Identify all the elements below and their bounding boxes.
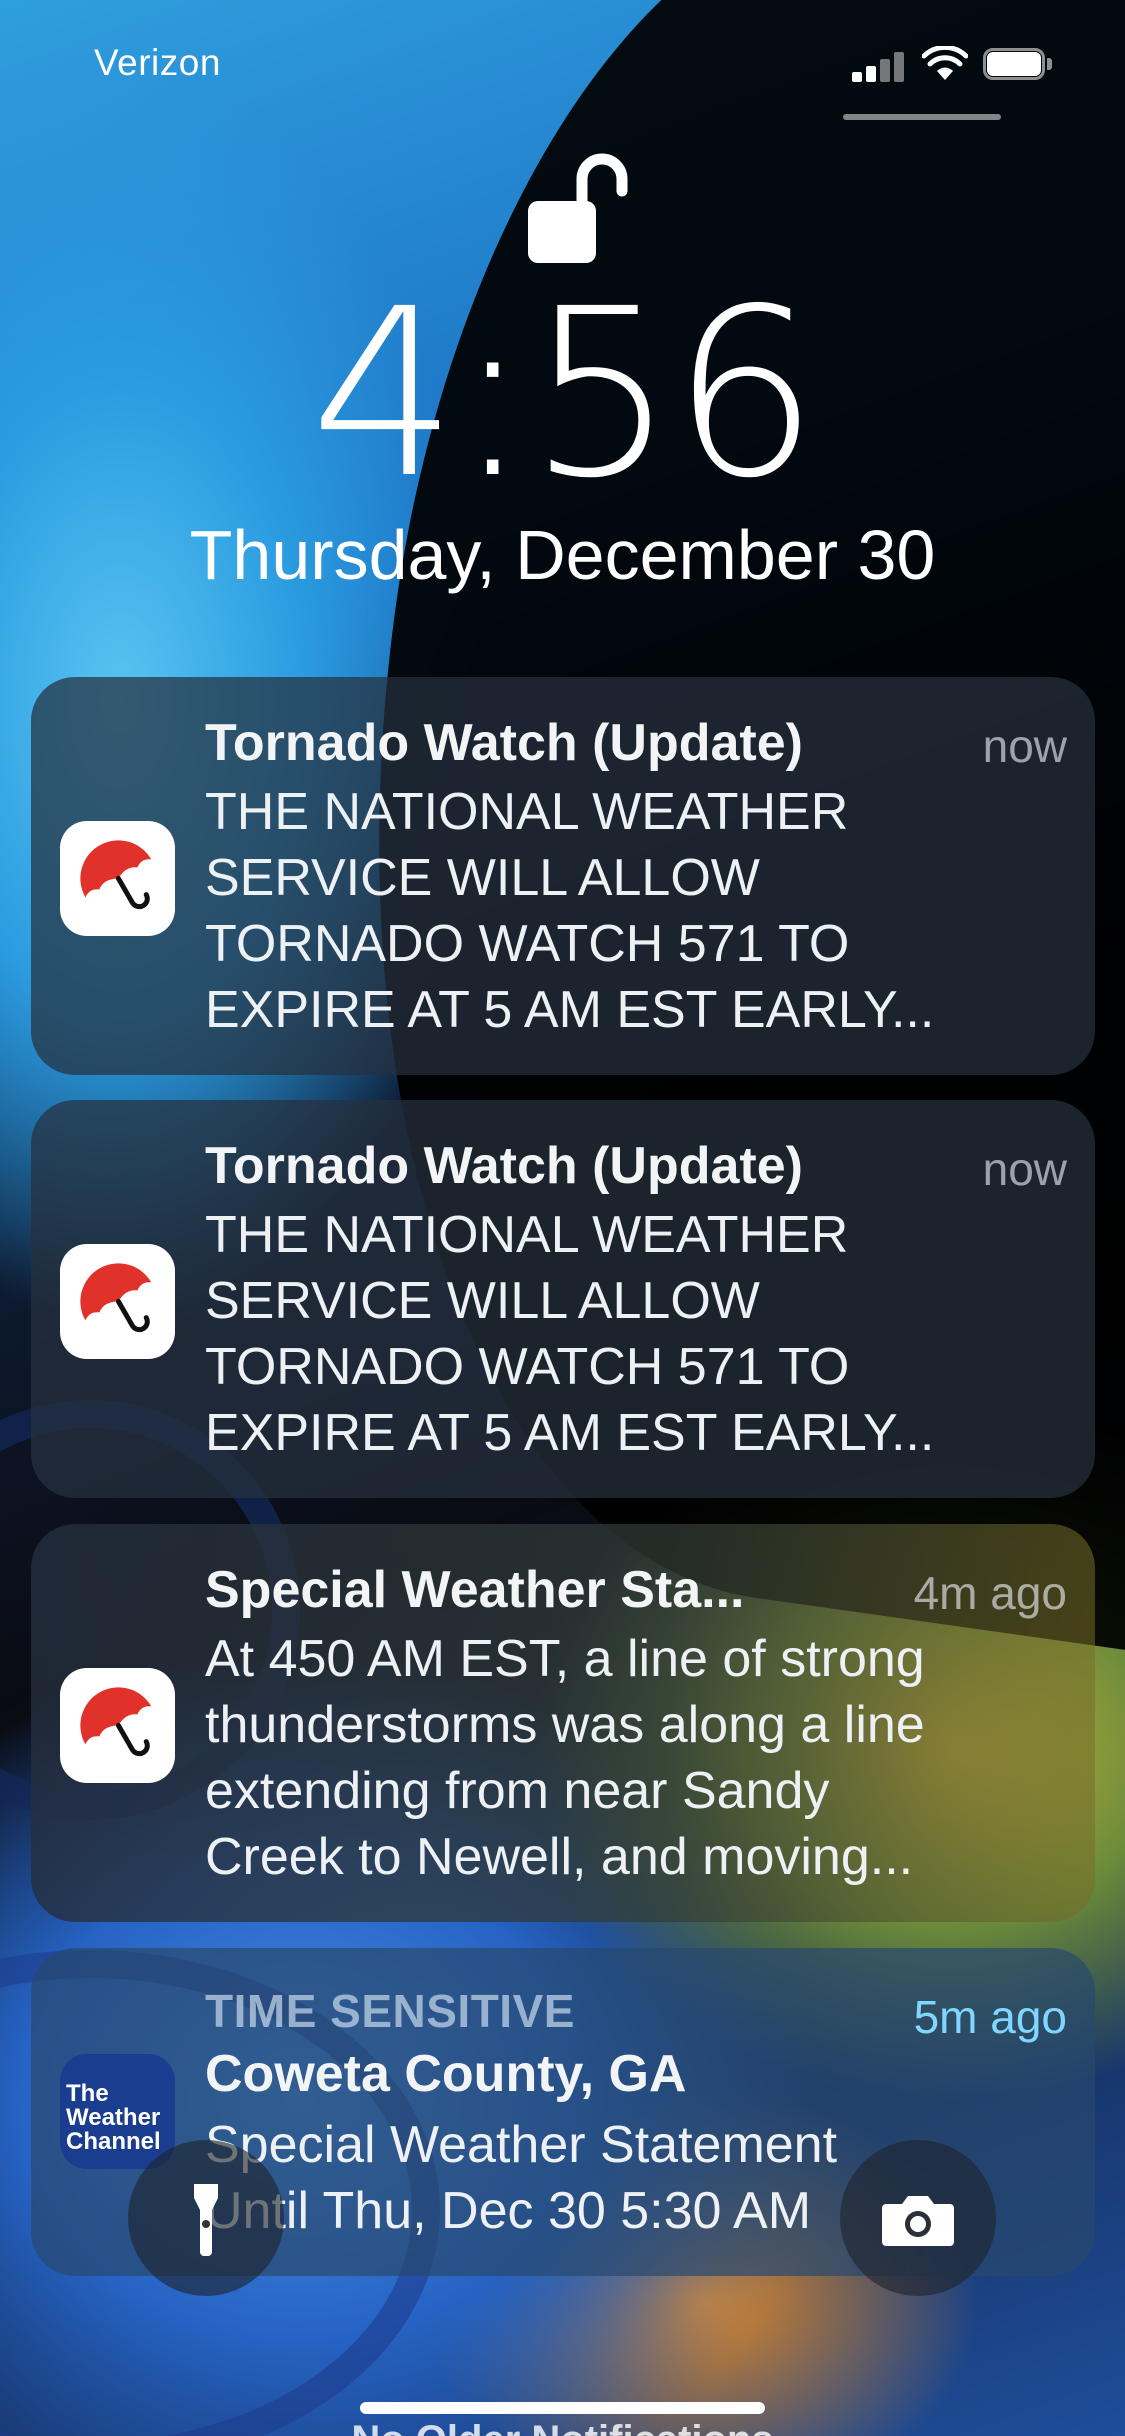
time-sensitive-label: TIME SENSITIVE bbox=[205, 1985, 575, 2037]
umbrella-icon bbox=[60, 1668, 175, 1783]
flashlight-button[interactable] bbox=[128, 2140, 284, 2296]
notification-body-line: SERVICE WILL ALLOW bbox=[205, 849, 760, 907]
notification-body-line: TORNADO WATCH 571 TO bbox=[205, 1338, 850, 1396]
status-bar: Verizon bbox=[0, 0, 1125, 130]
notification-card[interactable]: Tornado Watch (Update) now THE NATIONAL … bbox=[31, 677, 1095, 1075]
notification-body-line: thunderstorms was along a line bbox=[205, 1696, 925, 1754]
notification-card[interactable]: Tornado Watch (Update) now THE NATIONAL … bbox=[31, 1100, 1095, 1498]
control-center-indicator[interactable] bbox=[843, 114, 1001, 120]
camera-button[interactable] bbox=[840, 2140, 996, 2296]
no-older-notifications-label: No Older Notifications bbox=[0, 2418, 1125, 2436]
notification-body-line: EXPIRE AT 5 AM EST EARLY... bbox=[205, 1404, 935, 1462]
notification-body-line: Creek to Newell, and moving... bbox=[205, 1828, 914, 1886]
notification-body: THE NATIONAL WEATHER SERVICE WILL ALLOW … bbox=[205, 1202, 1065, 1466]
lock-screen-time: 4:56 bbox=[310, 259, 819, 529]
wifi-icon bbox=[922, 46, 968, 80]
notification-title: Tornado Watch (Update) bbox=[205, 1137, 803, 1195]
notification-body-line: At 450 AM EST, a line of strong bbox=[205, 1630, 925, 1688]
camera-icon bbox=[882, 2196, 954, 2246]
unlocked-padlock-icon bbox=[528, 153, 628, 263]
logo-text: The bbox=[66, 2080, 109, 2107]
notification-time: 4m ago bbox=[913, 1567, 1067, 1619]
notification-time: now bbox=[982, 1143, 1067, 1195]
notification-title: Tornado Watch (Update) bbox=[205, 714, 803, 772]
notification-body-line: SERVICE WILL ALLOW bbox=[205, 1272, 760, 1330]
notification-body-line: THE NATIONAL WEATHER bbox=[205, 1206, 849, 1264]
umbrella-icon bbox=[60, 1244, 175, 1359]
notification-card[interactable]: Special Weather Sta... 4m ago At 450 AM … bbox=[31, 1524, 1095, 1922]
battery-icon bbox=[983, 48, 1053, 80]
notification-title: Coweta County, GA bbox=[205, 2045, 687, 2103]
lock-screen-date: Thursday, December 30 bbox=[189, 516, 936, 594]
flashlight-icon bbox=[194, 2184, 218, 2256]
home-indicator[interactable] bbox=[360, 2402, 765, 2414]
notification-body-line: THE NATIONAL WEATHER bbox=[205, 783, 849, 841]
notification-body-line: TORNADO WATCH 571 TO bbox=[205, 915, 850, 973]
carrier-label: Verizon bbox=[94, 42, 221, 83]
signal-icon bbox=[852, 52, 906, 82]
notification-body: THE NATIONAL WEATHER SERVICE WILL ALLOW … bbox=[205, 779, 1065, 1043]
umbrella-icon bbox=[60, 821, 175, 936]
notification-body-line: EXPIRE AT 5 AM EST EARLY... bbox=[205, 981, 935, 1039]
notification-time: now bbox=[982, 720, 1067, 772]
logo-text: Weather bbox=[66, 2104, 161, 2131]
notification-body-line: extending from near Sandy bbox=[205, 1762, 830, 1820]
notification-body: At 450 AM EST, a line of strong thunders… bbox=[205, 1626, 1065, 1890]
notification-time: 5m ago bbox=[913, 1991, 1067, 2043]
notification-title: Special Weather Sta... bbox=[205, 1561, 745, 1619]
